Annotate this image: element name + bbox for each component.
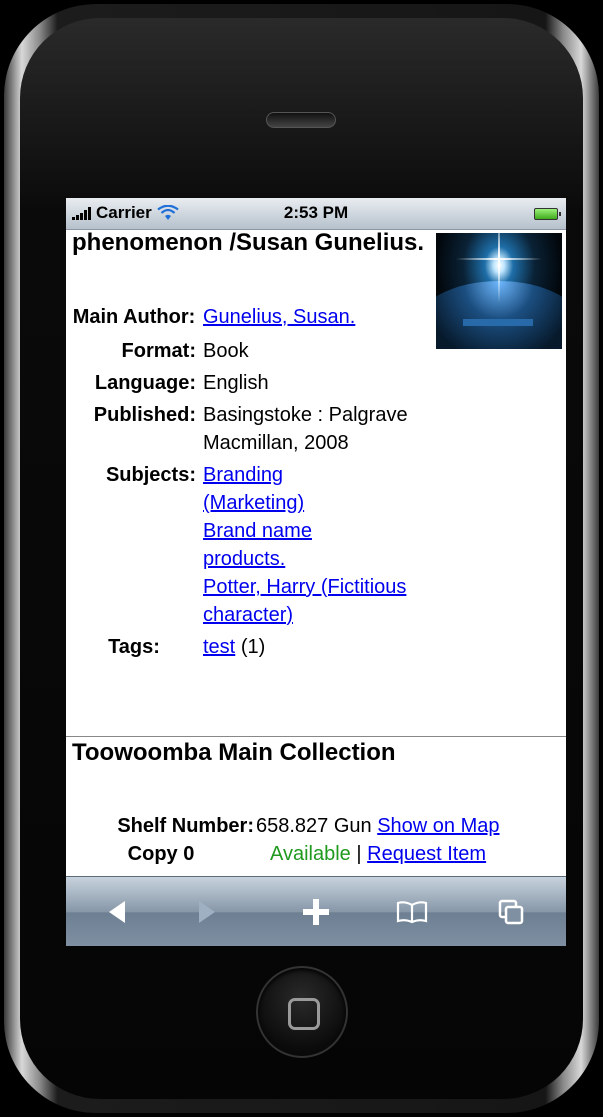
main-author-row: Main Author: Gunelius, Susan. — [72, 303, 443, 331]
record-details: Main Author: Gunelius, Susan. Format: Bo… — [72, 303, 443, 661]
tags-row: Tags: test (1) — [72, 633, 443, 661]
format-row: Format: Book — [72, 337, 443, 365]
tags-label: Tags: — [108, 636, 160, 658]
availability-status: Available — [270, 843, 351, 865]
pages-icon[interactable] — [471, 877, 551, 946]
tag-link[interactable]: test — [203, 636, 235, 658]
holding-info: Shelf Number: 658.827 Gun Show on Map Co… — [66, 812, 566, 868]
add-icon[interactable] — [276, 877, 356, 946]
screen: Carrier 2:53 PM phenomenon /Susan Guneli… — [66, 198, 566, 946]
request-item-link[interactable]: Request Item — [367, 840, 486, 868]
language-row: Language: English — [72, 369, 443, 397]
page-content: phenomenon /Susan Gunelius. Main Author:… — [66, 230, 566, 876]
shelf-number: 658.827 Gun — [256, 815, 372, 837]
show-on-map-link[interactable]: Show on Map — [377, 812, 499, 840]
copy-label: Copy 0 — [127, 843, 195, 865]
home-button[interactable] — [256, 966, 348, 1058]
home-square-icon — [288, 998, 320, 1030]
forward-icon[interactable] — [166, 877, 246, 946]
language-label: Language: — [94, 372, 196, 394]
record-title: phenomenon /Susan Gunelius. — [72, 230, 425, 256]
collection-title: Toowoomba Main Collection — [72, 739, 396, 766]
format-value: Book — [203, 340, 249, 362]
main-author-label: Main Author: — [72, 306, 196, 328]
book-cover-image[interactable] — [436, 233, 562, 349]
published-label: Published: — [93, 404, 196, 426]
subjects-list: Branding (Marketing) Brand name products… — [203, 461, 443, 629]
separator: | — [356, 843, 362, 865]
published-value: Basingstoke : Palgrave Macmillan, 2008 — [203, 404, 408, 454]
tag-count: (1) — [240, 636, 266, 658]
status-bar: Carrier 2:53 PM — [66, 198, 566, 230]
subject-link[interactable]: Brand name products. — [203, 520, 312, 570]
back-icon[interactable] — [78, 877, 158, 946]
language-value: English — [203, 372, 269, 394]
bookmarks-icon[interactable] — [372, 877, 452, 946]
main-author-link[interactable]: Gunelius, Susan. — [203, 306, 355, 328]
safari-toolbar — [66, 876, 566, 946]
shelf-row: Shelf Number: 658.827 Gun Show on Map — [66, 812, 566, 840]
copy-row: Copy 0 Available | Request Item — [66, 840, 566, 868]
battery-icon — [534, 208, 561, 220]
earpiece-speaker — [266, 112, 336, 128]
subject-link[interactable]: Potter, Harry (Fictitious character) — [203, 576, 406, 626]
shelf-label: Shelf Number: — [117, 815, 254, 837]
subjects-row: Subjects: Branding (Marketing) Brand nam… — [72, 461, 443, 629]
published-row: Published: Basingstoke : Palgrave Macmil… — [72, 401, 443, 457]
subject-link[interactable]: Branding (Marketing) — [203, 464, 304, 514]
format-label: Format: — [121, 340, 196, 362]
clock: 2:53 PM — [283, 203, 349, 222]
subjects-label: Subjects: — [105, 464, 196, 486]
